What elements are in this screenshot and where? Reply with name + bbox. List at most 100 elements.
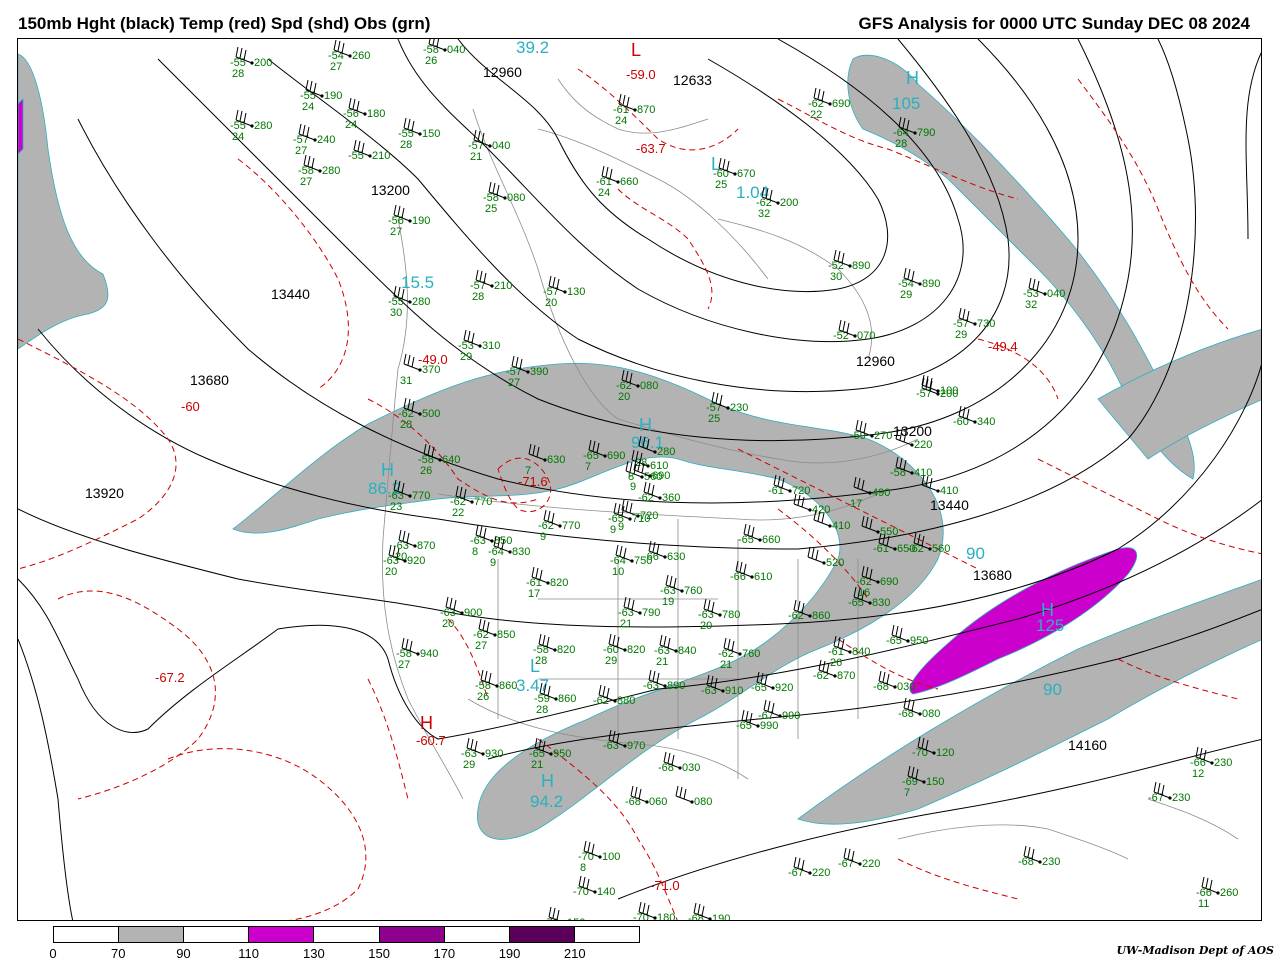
station-value: -62 — [813, 670, 829, 682]
station-observation: -63 90020 — [440, 596, 482, 630]
station-value: 280 — [412, 296, 430, 308]
height-label: 14160 — [1068, 737, 1107, 753]
station-observation: -55 15028 — [398, 117, 440, 151]
station-value: 210 — [372, 150, 390, 162]
station-value: 710 — [632, 513, 650, 525]
max-speed-label: 15.5 — [401, 273, 434, 292]
station-value: 060 — [649, 796, 667, 808]
colorbar-tick-label: 150 — [368, 946, 390, 961]
station-observation: -57 21028 — [470, 269, 512, 303]
station-value: 260 — [1220, 887, 1238, 899]
station-value: 390 — [530, 366, 548, 378]
temperature-label: -49.4 — [988, 339, 1018, 354]
station-value: 690 — [607, 450, 625, 462]
station-value: -65 — [736, 720, 752, 732]
station-observation: -68 030 — [658, 751, 700, 774]
max-speed-label: 94.2 — [530, 792, 563, 811]
high-low-symbol: H — [906, 68, 919, 88]
station-value: 040 — [492, 140, 510, 152]
station-value: -70 — [633, 912, 649, 921]
station-value: 24 — [302, 101, 314, 113]
station-value: 32 — [758, 208, 770, 220]
station-value: 8 — [472, 546, 478, 558]
station-observation: -61 87024 — [613, 93, 655, 127]
weather-map[interactable]: 12960 12633 13200 13440 13680 13920 12960 13200… — [17, 38, 1262, 921]
station-observation: -60 82029 — [603, 633, 645, 667]
station-value: 28 — [400, 419, 412, 431]
station-value: 200 — [254, 57, 272, 69]
max-speed-label: 105 — [892, 94, 920, 113]
station-value: 690 — [880, 576, 898, 588]
height-label: 13680 — [973, 567, 1012, 583]
station-observation: -63 79021 — [618, 596, 660, 630]
colorbar-tick-label: 210 — [563, 946, 586, 961]
station-observation: -55 19024 — [300, 79, 342, 113]
high-low-symbol: H — [420, 713, 433, 733]
station-value: 790 — [642, 607, 660, 619]
station-observation: -61 82017 — [526, 566, 568, 600]
station-value: 830 — [512, 546, 530, 558]
height-label: 13200 — [893, 423, 932, 439]
station-value: 890 — [667, 680, 685, 692]
station-value: 150 — [422, 128, 440, 140]
station-value: 22 — [452, 507, 464, 519]
station-value: 950 — [910, 635, 928, 647]
station-observation: -53 31029 — [458, 329, 500, 363]
station-value: 500 — [422, 408, 440, 420]
map-title: 150mb Hght (black) Temp (red) Spd (shd) … — [18, 14, 431, 33]
station-value: 890 — [852, 260, 870, 272]
height-label: 12633 — [673, 72, 712, 88]
station-value: 770 — [412, 490, 430, 502]
station-observation: -67 990 — [758, 699, 800, 722]
station-observation: -56 19027 — [388, 204, 430, 238]
station-value: 630 — [547, 454, 565, 466]
colorbar-segment — [509, 927, 575, 942]
station-value: 820 — [557, 644, 575, 656]
wind-barb — [807, 546, 825, 564]
station-value: 180 — [367, 108, 385, 120]
station-value: 820 — [550, 577, 568, 589]
speed-colorbar-ticks: 0 70 90 110 130 150 170 190 210 — [49, 946, 640, 961]
colorbar-segment — [444, 927, 510, 942]
station-value: -68 — [873, 681, 889, 693]
station-value: 28 — [895, 138, 907, 150]
station-value: 21 — [470, 151, 482, 163]
station-value: 280 — [254, 120, 272, 132]
station-value: 10 — [612, 566, 624, 578]
station-value: 21 — [531, 759, 543, 771]
station-value: 25 — [485, 203, 497, 215]
station-value: 9 — [490, 557, 496, 569]
station-observation: -68 030 — [873, 670, 915, 693]
station-value: 210 — [494, 280, 512, 292]
station-observation: -58 82028 — [533, 633, 575, 667]
colorbar-tick-label: 190 — [498, 946, 521, 961]
colorbar-tick-label: 90 — [176, 946, 191, 961]
station-value: 28 — [232, 68, 244, 80]
station-value: 410 — [940, 485, 958, 497]
station-value: 690 — [652, 470, 670, 482]
colorbar-segment — [249, 927, 315, 942]
station-value: 870 — [417, 540, 435, 552]
station-value: -66 — [730, 571, 746, 583]
station-value: 660 — [762, 534, 780, 546]
station-value: 520 — [826, 557, 844, 569]
station-value: 870 — [637, 104, 655, 116]
station-value: 820 — [627, 644, 645, 656]
station-observation: 080 — [675, 785, 712, 808]
temperature-label: -63.7 — [636, 141, 666, 156]
station-value: 29 — [460, 351, 472, 363]
station-value: 27 — [295, 145, 307, 157]
station-observation: -65 660 — [738, 523, 780, 546]
station-value: 220 — [812, 867, 830, 879]
station-value: -68 — [658, 762, 674, 774]
station-value: 29 — [605, 655, 617, 667]
station-value: 26 — [420, 465, 432, 477]
station-value: 990 — [782, 710, 800, 722]
station-value: 040 — [447, 44, 465, 56]
station-value: 690 — [832, 98, 850, 110]
station-value: 410 — [914, 467, 932, 479]
station-observation: -70 1008 — [578, 840, 620, 874]
station-value: 19 — [662, 596, 674, 608]
station-value: -67 — [838, 858, 854, 870]
station-value: 030 — [682, 762, 700, 774]
